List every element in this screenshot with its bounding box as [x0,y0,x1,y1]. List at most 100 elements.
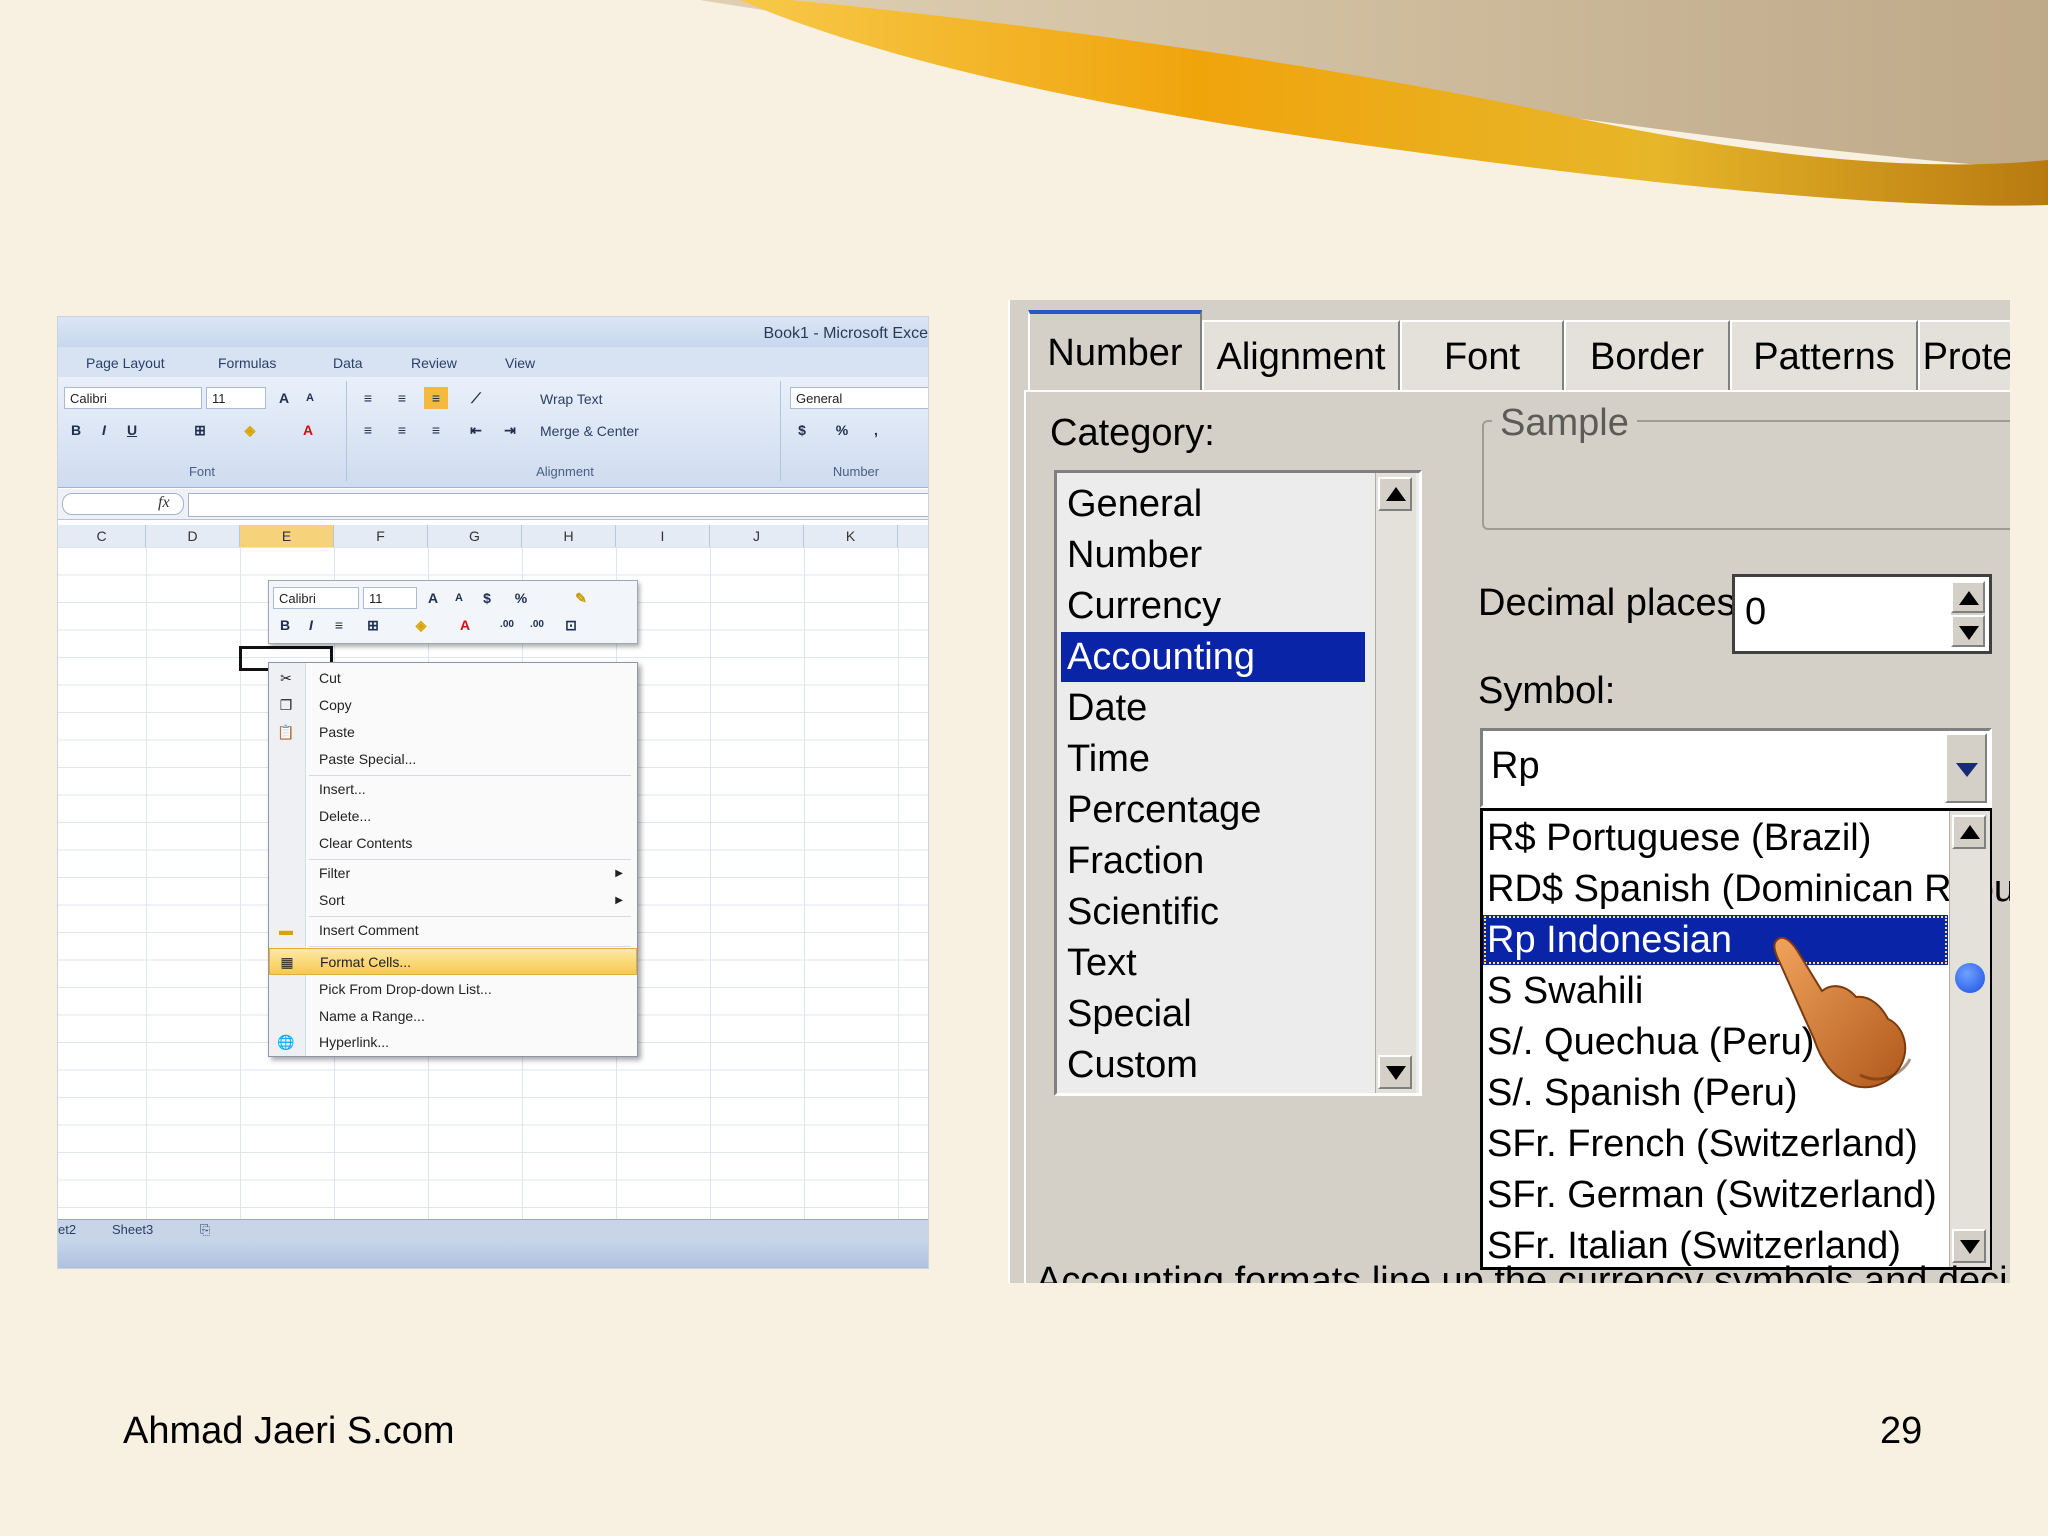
scroll-up-icon[interactable] [1378,477,1412,511]
spin-down-icon[interactable] [1951,615,1985,647]
wrap-text-button[interactable]: Wrap Text [540,391,603,407]
fx-icon[interactable]: fx [158,494,170,512]
category-scrollbar[interactable] [1375,473,1416,1093]
scroll-down-icon[interactable] [1378,1055,1412,1089]
font-color-icon[interactable]: A [453,614,477,636]
shrink-font-icon[interactable]: A [298,387,322,409]
fill-color-icon[interactable]: ◈ [238,419,262,441]
bold-icon[interactable]: B [64,419,88,441]
spin-up-icon[interactable] [1951,581,1985,613]
underline-icon[interactable]: U [120,419,144,441]
tab-data[interactable]: Data [333,355,363,371]
category-item[interactable]: Percentage [1061,785,1365,835]
column-header[interactable]: H [522,525,616,547]
tab-review[interactable]: Review [411,355,457,371]
align-middle-icon[interactable]: ≡ [390,387,414,409]
orientation-icon[interactable]: ⟋ [464,387,488,409]
column-header-selected[interactable]: E [240,525,334,547]
dropdown-arrow-icon[interactable] [1945,733,1987,803]
column-header[interactable]: F [334,525,428,547]
insert-sheet-icon[interactable]: ⎘ [200,1222,210,1238]
menu-item-clear-contents[interactable]: Clear Contents [269,830,637,857]
tab-patterns[interactable]: Patterns [1730,320,1918,392]
center-icon[interactable]: ≡ [327,614,351,636]
grow-font-icon[interactable]: A [421,587,445,609]
fill-color-icon[interactable]: ◈ [409,614,433,636]
symbol-option[interactable]: R$ Portuguese (Brazil) [1483,813,1948,863]
formula-input[interactable] [188,493,928,517]
column-header[interactable]: D [146,525,240,547]
category-list[interactable]: General Number Currency Accounting Date … [1054,470,1422,1096]
shrink-font-icon[interactable]: A [447,587,471,609]
scroll-thumb[interactable] [1955,963,1985,993]
merge-icon[interactable]: ⊡ [559,614,583,636]
column-header[interactable]: C [58,525,146,547]
percent-button[interactable]: % [830,419,854,441]
decimal-places-input[interactable]: 0 [1732,574,1992,654]
increase-decimal-icon[interactable]: .00 [495,614,519,636]
format-painter-icon[interactable]: ✎ [569,587,593,609]
category-item[interactable]: Number [1061,530,1365,580]
currency-button[interactable]: $ [790,419,814,441]
mini-currency-button[interactable]: $ [475,587,499,609]
mini-bold-button[interactable]: B [273,614,297,636]
category-item-selected[interactable]: Accounting [1061,632,1365,682]
tab-protection[interactable]: Prote [1918,320,2010,392]
comma-button[interactable]: , [864,419,888,441]
align-top-icon[interactable]: ≡ [356,387,380,409]
sheet-tab[interactable]: Sheet3 [112,1222,153,1237]
symbol-dropdown[interactable]: Rp [1480,728,1992,808]
menu-item-insert-comment[interactable]: ▬ Insert Comment [269,917,637,944]
decimal-spinner[interactable] [1951,581,1985,647]
column-header[interactable]: G [428,525,522,547]
category-item[interactable]: Text [1061,938,1365,988]
mini-italic-button[interactable]: I [299,614,323,636]
menu-item-paste-special[interactable]: Paste Special... [269,746,637,773]
tab-border[interactable]: Border [1564,320,1730,392]
menu-item-format-cells[interactable]: ▦ Format Cells... [269,948,637,975]
column-header[interactable]: K [804,525,898,547]
menu-item-cut[interactable]: ✂ Cut [269,665,637,692]
menu-item-paste[interactable]: 📋 Paste [269,719,637,746]
symbol-scrollbar[interactable] [1949,811,1990,1267]
symbol-option[interactable]: RD$ Spanish (Dominican Repub [1483,864,2010,914]
align-bottom-icon[interactable]: ≡ [424,387,448,409]
sheet-tab[interactable]: et2 [58,1222,76,1237]
menu-item-filter[interactable]: Filter ▶ [269,860,637,887]
menu-item-name-range[interactable]: Name a Range... [269,1003,637,1030]
category-item[interactable]: Special [1061,989,1365,1039]
tab-font[interactable]: Font [1400,320,1564,392]
menu-item-hyperlink[interactable]: 🌐 Hyperlink... [269,1029,637,1056]
column-header[interactable]: J [710,525,804,547]
tab-number[interactable]: Number [1028,310,1202,392]
menu-item-sort[interactable]: Sort ▶ [269,887,637,914]
font-size-select[interactable]: 11 [206,387,266,409]
category-item[interactable]: General [1061,479,1365,529]
tab-page-layout[interactable]: Page Layout [86,355,165,371]
category-item[interactable]: Fraction [1061,836,1365,886]
align-left-icon[interactable]: ≡ [356,419,380,441]
category-item[interactable]: Currency [1061,581,1365,631]
font-color-icon[interactable]: A [296,419,320,441]
borders-icon[interactable]: ⊞ [188,419,212,441]
merge-center-button[interactable]: Merge & Center [540,423,639,439]
font-name-select[interactable]: Calibri [64,387,202,409]
menu-item-insert[interactable]: Insert... [269,776,637,803]
number-format-select[interactable]: General [790,387,928,409]
scroll-down-icon[interactable] [1952,1229,1986,1263]
italic-icon[interactable]: I [92,419,116,441]
mini-font-name[interactable]: Calibri [273,587,359,609]
align-center-icon[interactable]: ≡ [390,419,414,441]
symbol-option[interactable]: SFr. German (Switzerland) [1483,1170,1948,1220]
category-item[interactable]: Custom [1061,1040,1365,1090]
tab-formulas[interactable]: Formulas [218,355,276,371]
tab-alignment[interactable]: Alignment [1202,320,1400,392]
category-item[interactable]: Date [1061,683,1365,733]
align-right-icon[interactable]: ≡ [424,419,448,441]
menu-item-pick-from-list[interactable]: Pick From Drop-down List... [269,976,637,1003]
scroll-up-icon[interactable] [1952,815,1986,849]
symbol-option[interactable]: SFr. French (Switzerland) [1483,1119,1948,1169]
increase-indent-icon[interactable]: ⇥ [498,419,522,441]
column-header[interactable]: I [616,525,710,547]
category-item[interactable]: Time [1061,734,1365,784]
